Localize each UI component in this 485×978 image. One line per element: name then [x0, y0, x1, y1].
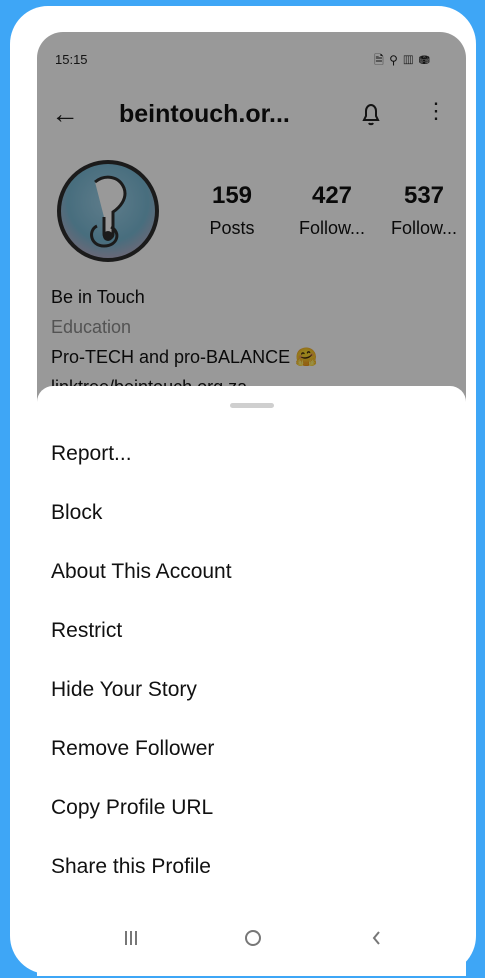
- home-icon[interactable]: [233, 928, 273, 958]
- menu-item-restrict[interactable]: Restrict: [37, 601, 466, 660]
- android-nav-bar: [37, 912, 466, 976]
- drag-handle[interactable]: [230, 403, 274, 408]
- menu-item-about-account[interactable]: About This Account: [37, 542, 466, 601]
- phone-screen: 15:15 🗎 ⚲ ▥ ⛃ ← beintouch.or... ⋮ 159 Po…: [37, 32, 466, 976]
- menu-item-report[interactable]: Report...: [37, 424, 466, 483]
- menu-item-share-profile[interactable]: Share this Profile: [37, 837, 466, 896]
- menu-item-hide-story[interactable]: Hide Your Story: [37, 660, 466, 719]
- menu-item-copy-url[interactable]: Copy Profile URL: [37, 778, 466, 837]
- back-nav-icon[interactable]: [357, 928, 397, 958]
- menu-item-remove-follower[interactable]: Remove Follower: [37, 719, 466, 778]
- menu-item-block[interactable]: Block: [37, 483, 466, 542]
- recent-apps-icon[interactable]: [111, 928, 151, 958]
- bottom-sheet: Report... Block About This Account Restr…: [37, 386, 466, 976]
- options-menu: Report... Block About This Account Restr…: [37, 424, 466, 896]
